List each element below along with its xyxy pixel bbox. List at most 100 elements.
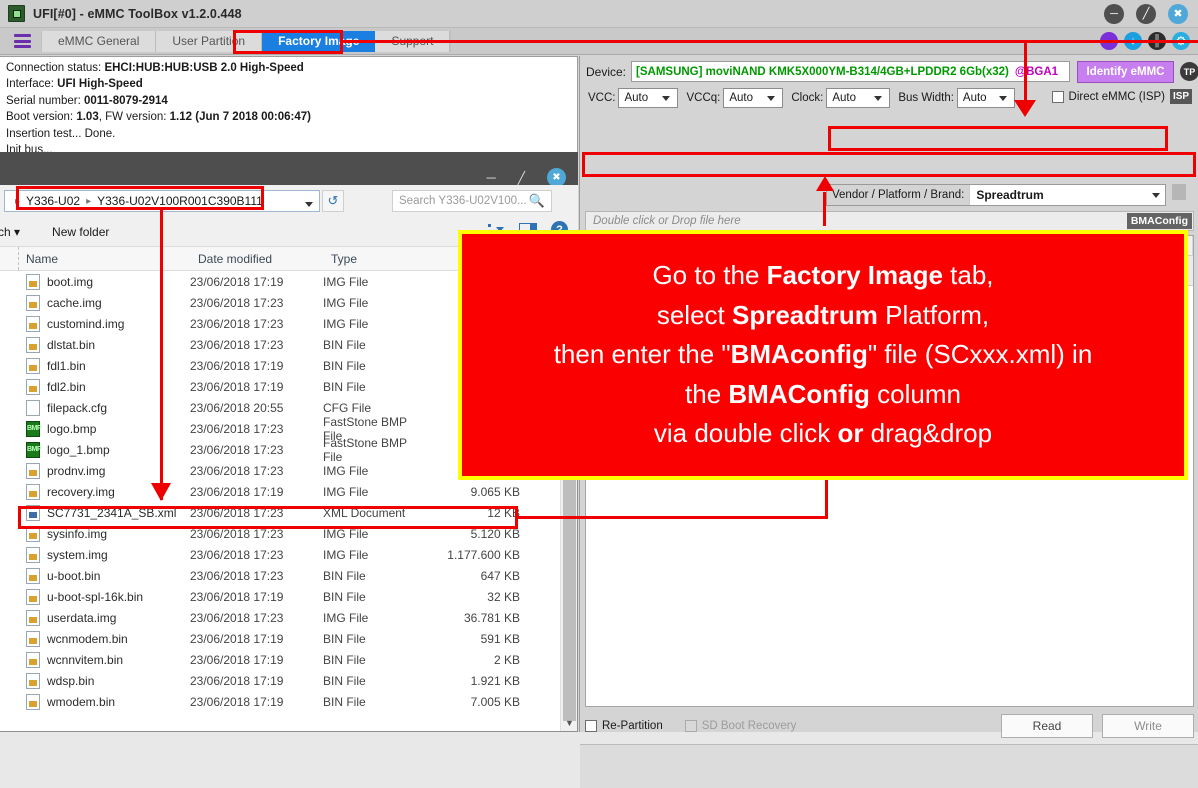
tp-badge[interactable]: TP	[1180, 62, 1198, 81]
scrollbar-thumb[interactable]	[563, 391, 576, 721]
chevron-down-icon[interactable]	[496, 227, 504, 232]
clock-select[interactable]: Auto	[826, 88, 891, 108]
bin-file-icon	[26, 336, 40, 353]
vertical-scrollbar[interactable]: ▼	[560, 271, 577, 731]
gear-icon[interactable]: ⚙	[1172, 32, 1190, 50]
list-item[interactable]: u-boot-spl-16k.bin 23/06/2018 17:19 BIN Fi…	[0, 586, 560, 607]
list-item[interactable]: filepack.cfg 23/06/2018 20:55 CFG File	[0, 397, 560, 418]
list-item[interactable]: prodnv.img 23/06/2018 17:23 IMG File 5	[0, 460, 560, 481]
file-type: IMG File	[323, 610, 369, 625]
breadcrumb-item-1[interactable]: Y336-U02V100R001C390B111	[97, 194, 263, 208]
column-image-file[interactable]: Image file	[736, 236, 850, 255]
list-item[interactable]: system.img 23/06/2018 17:23 IMG File 1.177.…	[0, 544, 560, 565]
vendor-platform-brand-select[interactable]: Vendor / Platform / Brand: Spreadtrum	[826, 184, 1166, 206]
view-mode-icon[interactable]	[488, 223, 505, 236]
list-item[interactable]: BMP logo.bmp 23/06/2018 17:23 FastStone BMP…	[0, 415, 560, 443]
plug-icon[interactable]: ║	[1148, 32, 1166, 50]
col-type[interactable]: Type	[325, 247, 425, 270]
read-button[interactable]: Read	[1001, 714, 1093, 738]
column-end-address[interactable]: End address	[942, 236, 1024, 255]
vccq-select[interactable]: Auto	[723, 88, 784, 108]
identify-emmc-button[interactable]: Identify eMMC	[1077, 60, 1174, 83]
file-type: IMG File	[323, 274, 369, 289]
file-date: 23/06/2018 17:19	[190, 652, 284, 667]
list-item[interactable]: sysinfo.img 23/06/2018 17:23 IMG File 5.120…	[0, 523, 560, 544]
download-icon[interactable]: ↓	[1124, 32, 1142, 50]
help-icon[interactable]: ?	[551, 221, 568, 238]
tab-factory-image[interactable]: Factory Image	[262, 30, 376, 52]
window-controls: ─ ╱ ✖	[1104, 4, 1188, 24]
list-item[interactable]: wmodem.bin 23/06/2018 17:19 BIN File 7.005 …	[0, 691, 560, 712]
isp-badge[interactable]: ISP	[1170, 89, 1192, 104]
file-list[interactable]: boot.img 23/06/2018 17:19 IMG File 8 cache.i…	[0, 271, 560, 731]
direct-emmc-row: Direct eMMC (ISP) ISP	[1051, 89, 1192, 104]
tab-support[interactable]: Support	[375, 30, 451, 52]
vcc-value: Auto	[624, 92, 649, 104]
refresh-icon[interactable]: ↺	[322, 190, 344, 212]
list-item[interactable]: wcnmodem.bin 23/06/2018 17:19 BIN File 591 …	[0, 628, 560, 649]
preview-pane-icon[interactable]	[519, 222, 537, 237]
column-start-address[interactable]: Start address	[850, 236, 942, 255]
vcc-select[interactable]: Auto	[618, 88, 679, 108]
file-type: IMG File	[323, 463, 369, 478]
col-date-modified[interactable]: Date modified	[192, 247, 325, 270]
file-date: 23/06/2018 17:23	[190, 463, 284, 478]
breadcrumb-dropdown-icon[interactable]	[305, 202, 313, 207]
list-item[interactable]: wdsp.bin 23/06/2018 17:19 BIN File 1.921 KB	[0, 670, 560, 691]
col-size[interactable]: Size	[425, 247, 530, 270]
scroll-down-icon[interactable]: ▼	[561, 714, 578, 731]
explorer-minimize-icon[interactable]: ─	[487, 170, 496, 185]
list-item[interactable]: BMP logo_1.bmp 23/06/2018 17:23 FastStone B…	[0, 436, 560, 464]
device-panel: Device: [SAMSUNG] moviNAND KMK5X000YM-B3…	[579, 56, 1198, 788]
re-partition-checkbox[interactable]	[585, 720, 597, 732]
write-button[interactable]: Write	[1102, 714, 1194, 738]
bmaconfig-drop-field[interactable]: Double click or Drop file here BMAConfig	[585, 211, 1194, 231]
globe-icon[interactable]	[1100, 32, 1118, 50]
list-item[interactable]: u-boot.bin 23/06/2018 17:23 BIN File 647 KB	[0, 565, 560, 586]
column-type[interactable]: Type	[1084, 236, 1150, 255]
file-name: boot.img	[47, 274, 94, 289]
file-type: IMG File	[323, 547, 369, 562]
explorer-titlebar: ─ ╱ ✖	[0, 152, 578, 187]
direct-emmc-checkbox[interactable]	[1051, 90, 1064, 103]
organize-menu[interactable]: ch ▾	[0, 225, 20, 239]
column-partition[interactable]: Partition	[586, 236, 736, 255]
list-item[interactable]: recovery.img 23/06/2018 17:19 IMG File 9.06…	[0, 481, 560, 502]
bus-width-select[interactable]: Auto	[956, 88, 1015, 108]
list-item[interactable]: fdl2.bin 23/06/2018 17:19 BIN File	[0, 376, 560, 397]
breadcrumb-chevron-icon: ▸	[86, 195, 92, 207]
list-item[interactable]: userdata.img 23/06/2018 17:23 IMG File 36.7…	[0, 607, 560, 628]
close-icon[interactable]: ✖	[1168, 4, 1188, 24]
file-size: 5	[513, 463, 520, 478]
list-item[interactable]: customind.img 23/06/2018 17:23 IMG File 110	[0, 313, 560, 334]
explorer-maximize-icon[interactable]: ╱	[518, 171, 525, 185]
tab-user-partition[interactable]: User Partition	[156, 30, 263, 52]
file-size: 5.120 KB	[470, 526, 520, 541]
img-file-icon	[26, 525, 40, 542]
file-size: 12 KB	[487, 505, 520, 520]
column-size[interactable]: Size	[1024, 236, 1084, 255]
bin-file-icon	[26, 357, 40, 374]
file-name: wcnnvitem.bin	[47, 652, 124, 667]
tab-emmc-general[interactable]: eMMC General	[42, 30, 157, 52]
list-item[interactable]: SC7731_2341A_SB.xml 23/06/2018 17:23 XML D…	[0, 502, 560, 523]
list-item[interactable]: fdl1.bin 23/06/2018 17:19 BIN File	[0, 355, 560, 376]
minimize-icon[interactable]: ─	[1104, 4, 1124, 24]
vendor-value: Spreadtrum	[976, 188, 1044, 202]
list-item[interactable]: dlstat.bin 23/06/2018 17:23 BIN File	[0, 334, 560, 355]
breadcrumb-item-0[interactable]: Y336-U02	[26, 194, 80, 208]
list-item[interactable]: cache.img 23/06/2018 17:23 IMG File 5	[0, 292, 560, 313]
select-all-checkbox[interactable]	[592, 239, 604, 252]
partition-table-body[interactable]	[586, 256, 1193, 286]
breadcrumb[interactable]: ▸ Y336-U02 ▸ Y336-U02V100R001C390B111	[4, 190, 320, 212]
maximize-icon[interactable]: ╱	[1136, 4, 1156, 24]
device-label: Device:	[586, 64, 627, 79]
col-name[interactable]: Name	[0, 247, 192, 270]
folder-icon[interactable]	[1172, 184, 1186, 200]
list-item[interactable]: wcnnvitem.bin 23/06/2018 17:19 BIN File 2 K…	[0, 649, 560, 670]
list-item[interactable]: boot.img 23/06/2018 17:19 IMG File 8	[0, 271, 560, 292]
hamburger-menu-icon[interactable]	[14, 34, 31, 48]
new-folder-button[interactable]: New folder	[52, 225, 109, 239]
search-input[interactable]: Search Y336-U02V100... 🔍	[392, 190, 552, 212]
file-type: BIN File	[323, 568, 366, 583]
